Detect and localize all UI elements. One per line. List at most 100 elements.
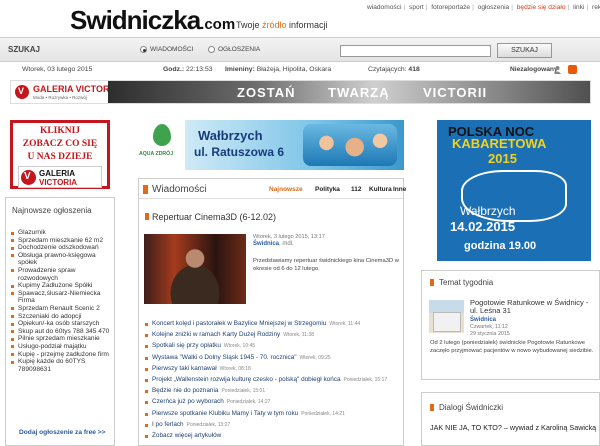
tagline-highlight: źródło [262, 20, 287, 30]
flag-icon [145, 213, 149, 220]
dialogi-title: Dialogi Świdniczki [439, 403, 504, 412]
topic-of-week-image[interactable] [429, 300, 464, 333]
search-option-ads-label: OGŁOSZENIA [218, 46, 261, 53]
left-ad-brand2: VICTORIA [39, 178, 78, 187]
nav-ogloszenia[interactable]: ogłoszenia [478, 4, 510, 11]
ad-photo [303, 124, 397, 166]
radio-unselected-icon[interactable] [208, 46, 215, 53]
kabaret-city: Wałbrzych [460, 204, 516, 218]
current-time: Godz.: 22:13:53 [163, 66, 213, 73]
news-item[interactable]: I po ferlach Poniedziałek, 13:27 [145, 421, 400, 432]
search-option-ads[interactable]: OGŁOSZENIA [208, 46, 260, 53]
news-list: Koncert kolęd i pastorałek w Bazylice Mn… [145, 320, 400, 443]
logo-domain: .com [200, 16, 236, 33]
tagline-before: Twoje [236, 20, 263, 30]
tab-112[interactable]: 112 [351, 186, 362, 193]
search-bar: SZUKAJ WIADOMOŚCI OGŁOSZENIA SZUKAJ [0, 37, 600, 62]
classified-item[interactable]: Obsługa prawno-księgowa spółek [11, 252, 111, 267]
classified-item[interactable]: Usługo-podział majątku [11, 343, 111, 351]
news-item[interactable]: Czerńca już po wyborach Poniedziałek, 14:… [145, 398, 400, 409]
news-item[interactable]: Pierwsze spotkanie Klubiku Mamy i Taty w… [145, 410, 400, 421]
news-title: Wiadomości [152, 184, 207, 195]
walbrzych-ad: Wałbrzych ul. Ratuszowa 6 [185, 120, 404, 170]
topic-of-week-date: Czwartek, 11:12 [470, 324, 508, 330]
banner-logo-line2: Moda • Rozrywka • Rozwój [33, 95, 87, 100]
banner-galeria-logo: GALERIA VICTORIA Moda • Rozrywka • Rozwó… [11, 81, 119, 103]
featured-article-category: Świdnica, mdl. [253, 241, 294, 247]
kabaret-line3: 2015 [488, 151, 517, 166]
left-ad-logo: GALERIA VICTORIA [18, 166, 102, 188]
classified-item[interactable]: Sprzedam Renault Scenic 2 [11, 305, 111, 313]
classified-item[interactable]: Kupimy Zadłużone Spółki [11, 282, 111, 290]
classifieds-box: Najnowsze ogłoszenia Glazurnik Sprzedam … [5, 197, 115, 446]
radio-selected-icon[interactable] [140, 46, 147, 53]
featured-article-title[interactable]: Repertuar Cinema3D (6-12.02) [152, 212, 276, 222]
top-navigation: wiadomości | sport | fotoreportaże | ogłosz… [367, 4, 600, 11]
kabaret-ad[interactable]: POLSKA NOC KABARETOWA 2015 Wałbrzych 14.… [437, 120, 591, 261]
news-item[interactable]: Będzie nie do poznania Poniedziałek, 15:0… [145, 387, 400, 398]
kabaret-line2: KABARETOWA [452, 136, 547, 151]
news-item[interactable]: Koncert kolęd i pastorałek w Bazylice Mn… [145, 320, 400, 331]
current-date: Wtorek, 03 lutego 2015 [22, 66, 93, 73]
classified-item[interactable]: Kupię - przejmę zadłużone firm [11, 351, 111, 359]
classified-item[interactable]: Skup aut do 60tys 788 345 470 [11, 328, 111, 336]
classified-item[interactable]: Dochodzenie odszkodowań [11, 244, 111, 252]
news-item[interactable]: Pierwszy taki karnawał Wtorek, 08:18 [145, 365, 400, 376]
tab-polityka[interactable]: Polityka [315, 186, 340, 193]
banner-word-3: VICTORII [423, 85, 488, 100]
flag-icon [430, 279, 434, 286]
aqua-zdroj-ad[interactable]: AQUA ZDRÓJ Wałbrzych ul. Ratuszowa 6 [138, 120, 404, 170]
flag-icon [143, 185, 148, 194]
news-item[interactable]: Kolejne zniżki w ramach Karty Dużej Rodz… [145, 331, 400, 342]
readers-count: Czytających: 418 [368, 66, 420, 73]
left-ad-line2: ZOBACZ CO SIĘ [22, 139, 98, 149]
site-tagline: Twoje źródło informacji [236, 20, 328, 30]
news-item[interactable]: Projekt „Wallenstein rozwija kulturę cze… [145, 376, 400, 387]
left-ad-brand1: GALERIA [39, 169, 75, 178]
featured-article-image[interactable] [144, 234, 246, 304]
topic-of-week-headline[interactable]: Pogotowie Ratunkowe w Świdnicy - ul. Leś… [470, 299, 598, 315]
search-label: SZUKAJ [8, 45, 41, 54]
nav-reklama[interactable]: reklama [592, 4, 600, 11]
search-button[interactable]: SZUKAJ [497, 43, 552, 58]
nav-bedzie-sie-dzialo[interactable]: będzie się działo [517, 4, 566, 11]
topic-of-week-title: Temat tygodnia [439, 278, 494, 287]
news-item[interactable]: Zobacz więcej artykułów [145, 432, 400, 443]
tab-najnowsze[interactable]: Najnowsze [269, 186, 303, 193]
classified-item[interactable]: Glazurnik [11, 229, 111, 237]
nav-wiadomosci[interactable]: wiadomości [367, 4, 401, 11]
add-classified-link[interactable]: Dodaj ogłoszenie za free >> [19, 429, 105, 436]
rss-icon[interactable] [568, 65, 577, 74]
news-header: Wiadomości Najnowsze Polityka 112 Kultur… [139, 179, 406, 199]
classified-item[interactable]: Szczeniaki do adopcji [11, 313, 111, 321]
classified-item[interactable]: Spawacz,ślusarz-Niemiecka Firma [11, 290, 111, 305]
galeria-victoria-icon [15, 85, 29, 99]
classified-item[interactable]: Prowadzenie spraw rozwodowych [11, 267, 111, 282]
classified-item[interactable]: Opiekun/-ka osób starszych [11, 320, 111, 328]
news-item[interactable]: Wystawa "Walki o Dolny Śląsk 1945 - 70. … [145, 354, 400, 365]
featured-article-date: Wtorek, 3 lutego 2015, 13:17 [253, 234, 325, 240]
site-header: Swidniczka.com Twoje źródło informacji w… [0, 0, 600, 37]
search-input[interactable] [340, 45, 491, 57]
topic-of-week-description: Od 2 lutego (poniedziałek) świdnickie Po… [430, 340, 594, 354]
news-item[interactable]: Spotkali się przy opłatku Wtorek, 10:45 [145, 342, 400, 353]
center-ad-street: ul. Ratuszowa 6 [194, 145, 285, 159]
login-status[interactable]: Niezalogowany [510, 66, 558, 73]
classified-item[interactable]: Kupię każde do 60TYS 789098631 [11, 358, 111, 373]
nav-linki[interactable]: linki [573, 4, 584, 11]
dialogi-headline[interactable]: JAK NIE JA, TO KTO? – wywiad z Karoliną … [430, 423, 598, 432]
nav-fotoreportaze[interactable]: fotoreportaże [431, 4, 470, 11]
left-galeria-ad[interactable]: KLIKNIJ ZOBACZ CO SIĘ U NAS DZIEJE GALER… [10, 120, 110, 189]
site-logo[interactable]: Swidniczka.com [70, 7, 235, 38]
tab-kultura[interactable]: Kultura [369, 186, 392, 193]
aqua-zdroj-logo: AQUA ZDRÓJ [138, 120, 184, 170]
classified-item[interactable]: Pilnie sprzedam mieszkanie [11, 335, 111, 343]
tab-inne[interactable]: Inne [393, 186, 406, 193]
classified-item[interactable]: Sprzedam mieszkanie 62 m2 [11, 237, 111, 245]
search-option-news[interactable]: WIADOMOŚCI [140, 46, 193, 53]
nav-sport[interactable]: sport [409, 4, 424, 11]
top-banner-ad[interactable]: GALERIA VICTORIA Moda • Rozrywka • Rozwó… [10, 80, 591, 104]
user-icon[interactable] [553, 65, 562, 74]
logo-main: Swidniczka [70, 5, 201, 35]
left-ad-line3: U NAS DZIEJE [27, 152, 93, 162]
